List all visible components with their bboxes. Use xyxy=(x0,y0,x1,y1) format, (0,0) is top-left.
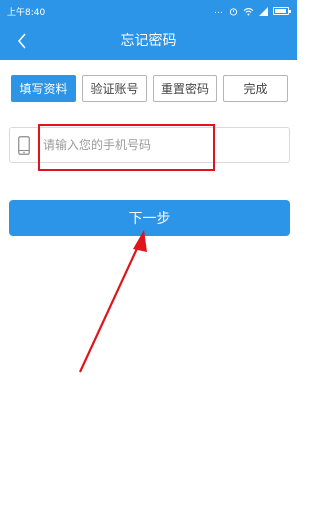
battery-icon xyxy=(273,7,291,15)
page-title: 忘记密码 xyxy=(120,33,177,49)
phone-icon xyxy=(18,136,30,155)
phone-field xyxy=(9,127,290,163)
alarm-icon xyxy=(229,7,238,16)
step-complete[interactable]: 完成 xyxy=(223,75,288,102)
next-step-button[interactable]: 下一步 xyxy=(9,200,290,236)
step-tabs: 填写资料 验证账号 重置密码 完成 xyxy=(11,75,289,102)
step-verify-account[interactable]: 验证账号 xyxy=(82,75,147,102)
status-dots: … xyxy=(214,6,224,16)
wifi-icon xyxy=(243,7,254,15)
step-fill-info[interactable]: 填写资料 xyxy=(11,75,76,102)
signal-icon xyxy=(259,6,268,16)
nav-bar: 忘记密码 xyxy=(0,22,297,60)
step-reset-password[interactable]: 重置密码 xyxy=(153,75,217,102)
status-indicators: … xyxy=(214,6,291,16)
status-time: 上午8:40 xyxy=(7,7,46,18)
phone-input[interactable] xyxy=(43,128,283,162)
status-bar: 上午8:40 … xyxy=(0,0,297,22)
battery-level xyxy=(275,9,286,13)
